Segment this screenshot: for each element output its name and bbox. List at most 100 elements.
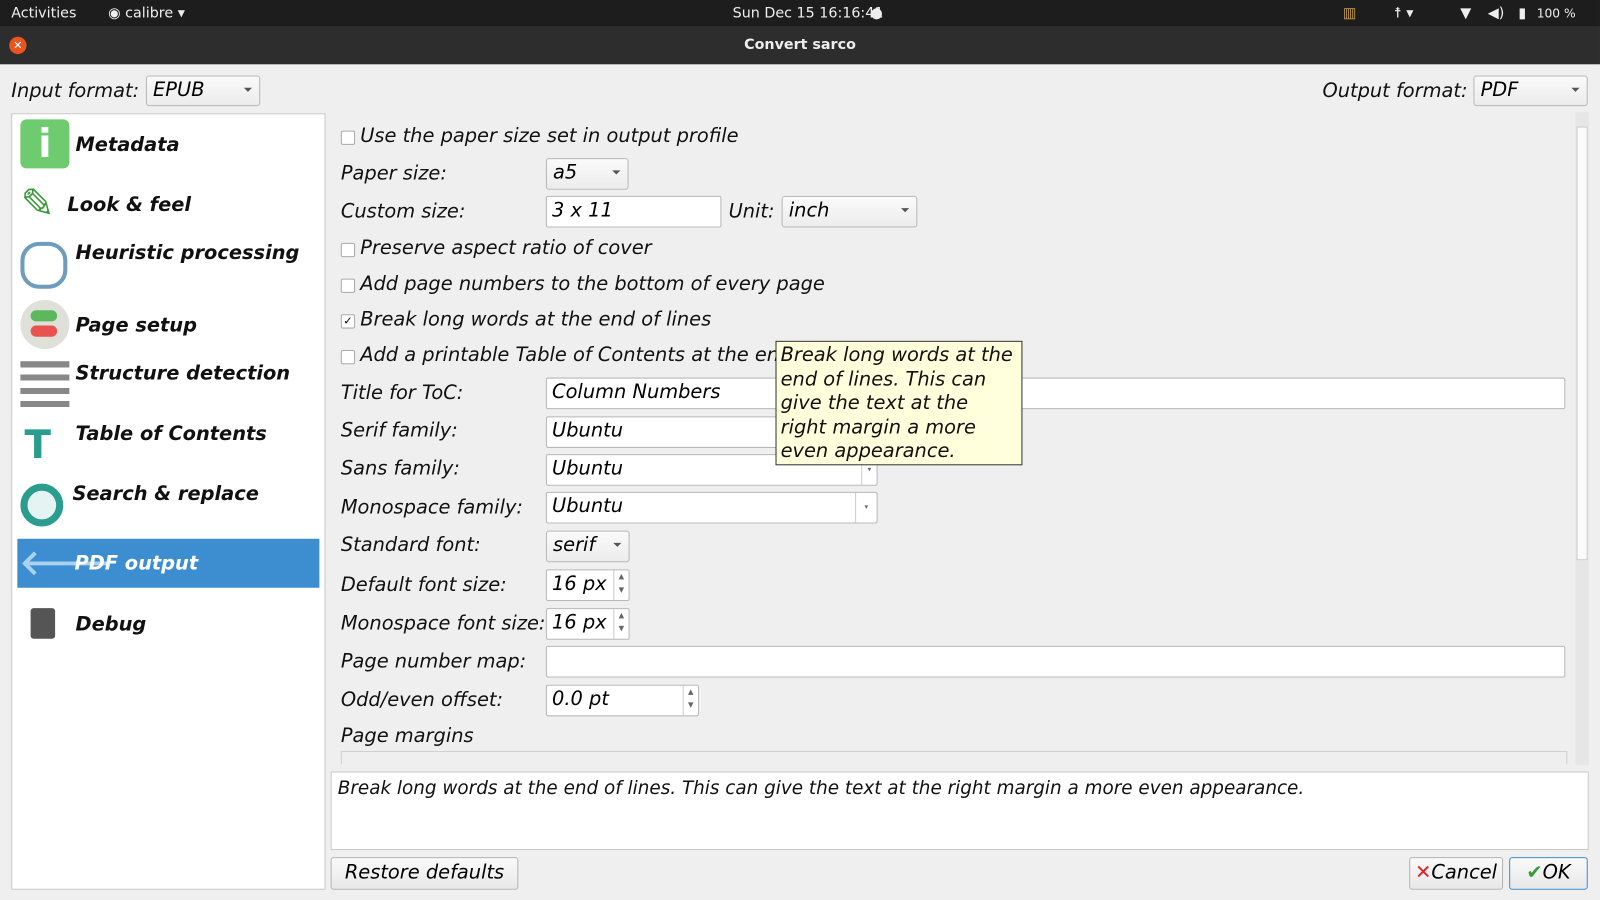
page-margins-heading: Page margins bbox=[340, 724, 474, 747]
notification-dot-icon: ● bbox=[870, 5, 883, 22]
preserve-aspect-label: Preserve aspect ratio of cover bbox=[360, 236, 652, 260]
chevron-down-icon: ▾ bbox=[855, 492, 876, 523]
sidebar-item-label: Metadata bbox=[75, 133, 180, 157]
mono-family-select[interactable]: Ubuntu ▾ bbox=[545, 491, 878, 524]
spin-arrows-icon[interactable]: ▲ ▼ bbox=[682, 685, 698, 716]
tooltip: Break long words at the end of lines. Th… bbox=[775, 340, 1023, 466]
cancel-label: Cancel bbox=[1431, 861, 1498, 884]
info-icon: i bbox=[20, 119, 70, 169]
chevron-down-icon bbox=[612, 170, 621, 175]
sidebar-item-metadata[interactable]: i Metadata bbox=[18, 119, 320, 170]
spin-arrows-icon[interactable]: ▲ ▼ bbox=[613, 609, 628, 639]
help-text-box: Break long words at the end of lines. Th… bbox=[330, 771, 1589, 850]
mono-family-label: Monospace family: bbox=[340, 495, 523, 519]
custom-size-input[interactable]: 3 x 11 bbox=[545, 195, 722, 228]
page-numbers-label: Add page numbers to the bottom of every … bbox=[360, 272, 825, 295]
preserve-aspect-checkbox[interactable] bbox=[340, 242, 356, 258]
spin-arrows-icon[interactable]: ▲ ▼ bbox=[613, 570, 628, 600]
default-font-size-spinbox[interactable]: 16 px ▲ ▼ bbox=[545, 569, 630, 602]
paper-size-label: Paper size: bbox=[340, 162, 447, 185]
printable-toc-checkbox[interactable] bbox=[340, 349, 356, 365]
sidebar-item-label: Search & replace bbox=[72, 482, 259, 506]
clock[interactable]: Sun Dec 15 16:16:41 bbox=[733, 5, 884, 21]
output-format-value: PDF bbox=[1480, 78, 1519, 102]
cancel-button[interactable]: ✕Cancel bbox=[1409, 857, 1504, 890]
form-scrollbar[interactable] bbox=[1575, 112, 1589, 766]
sidebar-item-label: Page setup bbox=[75, 314, 197, 337]
ok-button[interactable]: ✔OK bbox=[1509, 857, 1588, 890]
input-format-label: Input format: bbox=[11, 79, 140, 103]
input-format-value: EPUB bbox=[153, 78, 205, 102]
sidebar-item-label: PDF output bbox=[74, 552, 199, 575]
volume-icon[interactable]: ◀) bbox=[1488, 5, 1505, 21]
books-icon[interactable]: ▥ bbox=[1343, 5, 1357, 21]
sidebar-item-label: Structure detection bbox=[75, 362, 291, 385]
sidebar-item-page-setup[interactable]: Page setup bbox=[18, 299, 320, 351]
mono-font-size-label: Monospace font size: bbox=[340, 612, 546, 635]
odd-even-offset-spinbox[interactable]: 0.0 pt ▲ ▼ bbox=[545, 684, 699, 717]
standard-font-value: serif bbox=[553, 533, 596, 557]
serif-family-value: Ubuntu bbox=[552, 419, 624, 442]
toc-title-input[interactable]: Column Numbers bbox=[545, 377, 1566, 410]
unit-value: inch bbox=[788, 198, 830, 222]
page-number-map-label: Page number map: bbox=[340, 649, 527, 673]
serif-family-label: Serif family: bbox=[340, 419, 458, 442]
sidebar-item-label: Table of Contents bbox=[75, 422, 267, 445]
app-name: calibre bbox=[125, 5, 174, 22]
battery-icon[interactable]: ▮ bbox=[1518, 5, 1526, 21]
accessibility-icon[interactable]: ☨ ▾ bbox=[1394, 5, 1413, 21]
chevron-down-icon bbox=[901, 208, 910, 213]
printable-toc-label: Add a printable Table of Contents at the… bbox=[360, 343, 792, 367]
default-font-size-label: Default font size: bbox=[340, 573, 507, 596]
sidebar-item-label: Look & feel bbox=[67, 193, 192, 217]
odd-even-offset-label: Odd/even offset: bbox=[340, 688, 504, 712]
toc-icon: T bbox=[24, 422, 51, 468]
search-icon bbox=[20, 483, 64, 527]
scrollbar-thumb[interactable] bbox=[1576, 126, 1588, 561]
x-icon: ✕ bbox=[1415, 861, 1432, 884]
toc-title-label: Title for ToC: bbox=[340, 381, 464, 405]
use-paper-size-label: Use the paper size set in output profile bbox=[360, 124, 739, 147]
custom-size-label: Custom size: bbox=[340, 199, 466, 223]
sidebar-item-label: Debug bbox=[75, 613, 147, 636]
sidebar-item-search-replace[interactable]: Search & replace bbox=[18, 482, 320, 533]
break-words-checkbox[interactable]: ✓ bbox=[340, 314, 356, 329]
wifi-icon[interactable]: ▼ bbox=[1460, 5, 1471, 21]
ok-label: OK bbox=[1542, 861, 1571, 884]
unit-label: Unit: bbox=[728, 199, 775, 223]
sidebar-item-structure-detection[interactable]: Structure detection bbox=[18, 359, 320, 411]
use-paper-size-checkbox[interactable] bbox=[340, 130, 356, 145]
mono-font-size-value: 16 px bbox=[552, 611, 607, 634]
restore-defaults-button[interactable]: Restore defaults bbox=[330, 857, 519, 890]
mono-font-size-spinbox[interactable]: 16 px ▲ ▼ bbox=[545, 608, 630, 640]
unit-select[interactable]: inch bbox=[781, 195, 918, 228]
paper-size-select[interactable]: a5 bbox=[545, 158, 629, 190]
sidebar-item-pdf-output[interactable]: 🡐 PDF output bbox=[17, 538, 320, 588]
sans-family-value: Ubuntu bbox=[552, 457, 624, 480]
sidebar-item-debug[interactable]: Debug bbox=[18, 600, 320, 651]
page-numbers-checkbox[interactable] bbox=[340, 278, 356, 293]
chip-icon bbox=[30, 608, 56, 639]
page-margins-group bbox=[340, 751, 1568, 765]
chevron-down-icon bbox=[1571, 87, 1580, 92]
app-menu[interactable]: ◉ calibre ▾ bbox=[108, 5, 185, 21]
mono-family-value: Ubuntu bbox=[552, 494, 624, 518]
default-font-size-value: 16 px bbox=[552, 572, 607, 595]
chevron-down-icon bbox=[243, 87, 253, 92]
sidebar-item-look-feel[interactable]: ✎ Look & feel bbox=[18, 180, 320, 231]
sidebar-item-table-of-contents[interactable]: T Table of Contents bbox=[18, 420, 320, 471]
output-format-select[interactable]: PDF bbox=[1473, 75, 1588, 107]
activities-button[interactable]: Activities bbox=[11, 5, 76, 21]
page-number-map-input[interactable] bbox=[545, 645, 1566, 678]
sidebar-item-heuristic-processing[interactable]: Heuristic processing bbox=[18, 239, 320, 290]
input-format-select[interactable]: EPUB bbox=[145, 75, 261, 107]
odd-even-offset-value: 0.0 pt bbox=[552, 687, 609, 711]
check-icon: ✔ bbox=[1526, 861, 1543, 884]
output-format-label: Output format: bbox=[1322, 79, 1468, 103]
toggles-icon bbox=[20, 299, 70, 349]
close-window-button[interactable]: ✕ bbox=[9, 36, 27, 55]
palette-icon: ✎ bbox=[20, 180, 55, 228]
sans-family-label: Sans family: bbox=[340, 457, 460, 480]
system-top-bar: Activities ◉ calibre ▾ Sun Dec 15 16:16:… bbox=[0, 0, 1600, 27]
standard-font-select[interactable]: serif bbox=[545, 530, 630, 563]
